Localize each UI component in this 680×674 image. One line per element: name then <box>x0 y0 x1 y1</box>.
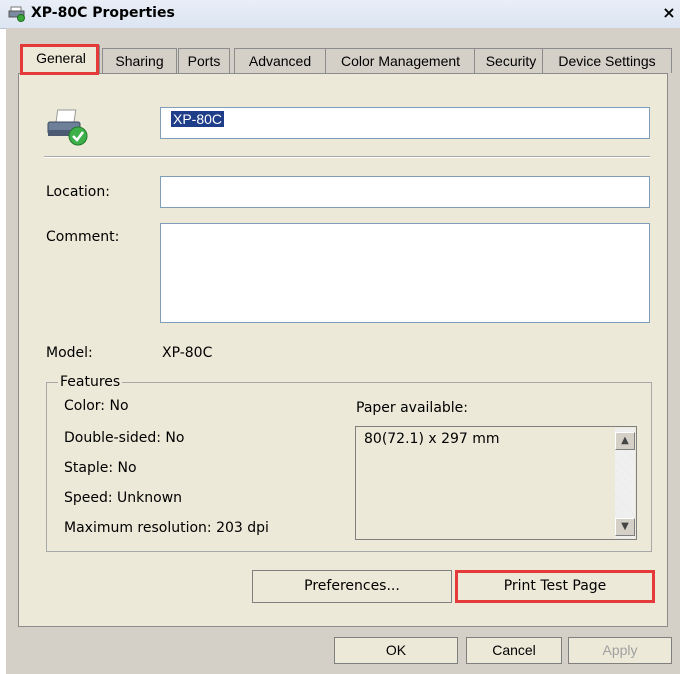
print-test-page-button[interactable]: Print Test Page <box>455 570 655 603</box>
tab-general[interactable]: General <box>22 45 100 74</box>
ok-button[interactable]: OK <box>334 637 458 664</box>
window-title: XP-80C Properties <box>31 5 175 21</box>
scroll-down-arrow-icon[interactable]: ▼ <box>615 518 635 536</box>
feature-color: Color: No <box>64 398 129 414</box>
feature-staple: Staple: No <box>64 460 137 476</box>
title-bar: XP-80C Properties × <box>0 0 680 29</box>
printer-icon <box>8 6 26 22</box>
divider <box>44 156 650 158</box>
printer-name-text: XP-80C <box>171 111 225 127</box>
tab-advanced[interactable]: Advanced <box>234 48 326 73</box>
apply-button[interactable]: Apply <box>568 637 672 664</box>
feature-max-resolution: Maximum resolution: 203 dpi <box>64 520 269 536</box>
paper-list-item[interactable]: 80(72.1) x 297 mm <box>364 431 500 447</box>
feature-speed: Speed: Unknown <box>64 490 183 506</box>
paper-available-label: Paper available: <box>356 400 469 416</box>
cancel-button[interactable]: Cancel <box>466 637 562 664</box>
printer-name-field[interactable]: XP-80C <box>160 107 650 139</box>
model-value: XP-80C <box>162 345 213 361</box>
paper-list-scrollbar[interactable]: ▲ ▼ <box>615 428 635 538</box>
paper-list[interactable]: 80(72.1) x 297 mm ▲ ▼ <box>355 426 637 540</box>
scroll-up-arrow-icon[interactable]: ▲ <box>615 432 635 450</box>
tab-security[interactable]: Security <box>474 48 548 73</box>
preferences-button[interactable]: Preferences... <box>252 570 452 603</box>
features-title: Features <box>58 374 123 390</box>
properties-dialog: XP-80C Properties × General Sharing Port… <box>0 0 680 674</box>
feature-double-sided: Double-sided: No <box>64 430 185 446</box>
tab-ports[interactable]: Ports <box>178 48 230 73</box>
location-label: Location: <box>46 184 110 200</box>
comment-label: Comment: <box>46 229 120 245</box>
tab-sharing[interactable]: Sharing <box>102 48 177 73</box>
comment-field[interactable] <box>160 223 650 323</box>
tab-color-management[interactable]: Color Management <box>325 48 476 73</box>
close-button[interactable]: × <box>662 5 676 21</box>
location-field[interactable] <box>160 176 650 208</box>
tab-device-settings[interactable]: Device Settings <box>542 48 672 73</box>
printer-ready-icon <box>44 108 92 148</box>
model-label: Model: <box>46 345 93 361</box>
